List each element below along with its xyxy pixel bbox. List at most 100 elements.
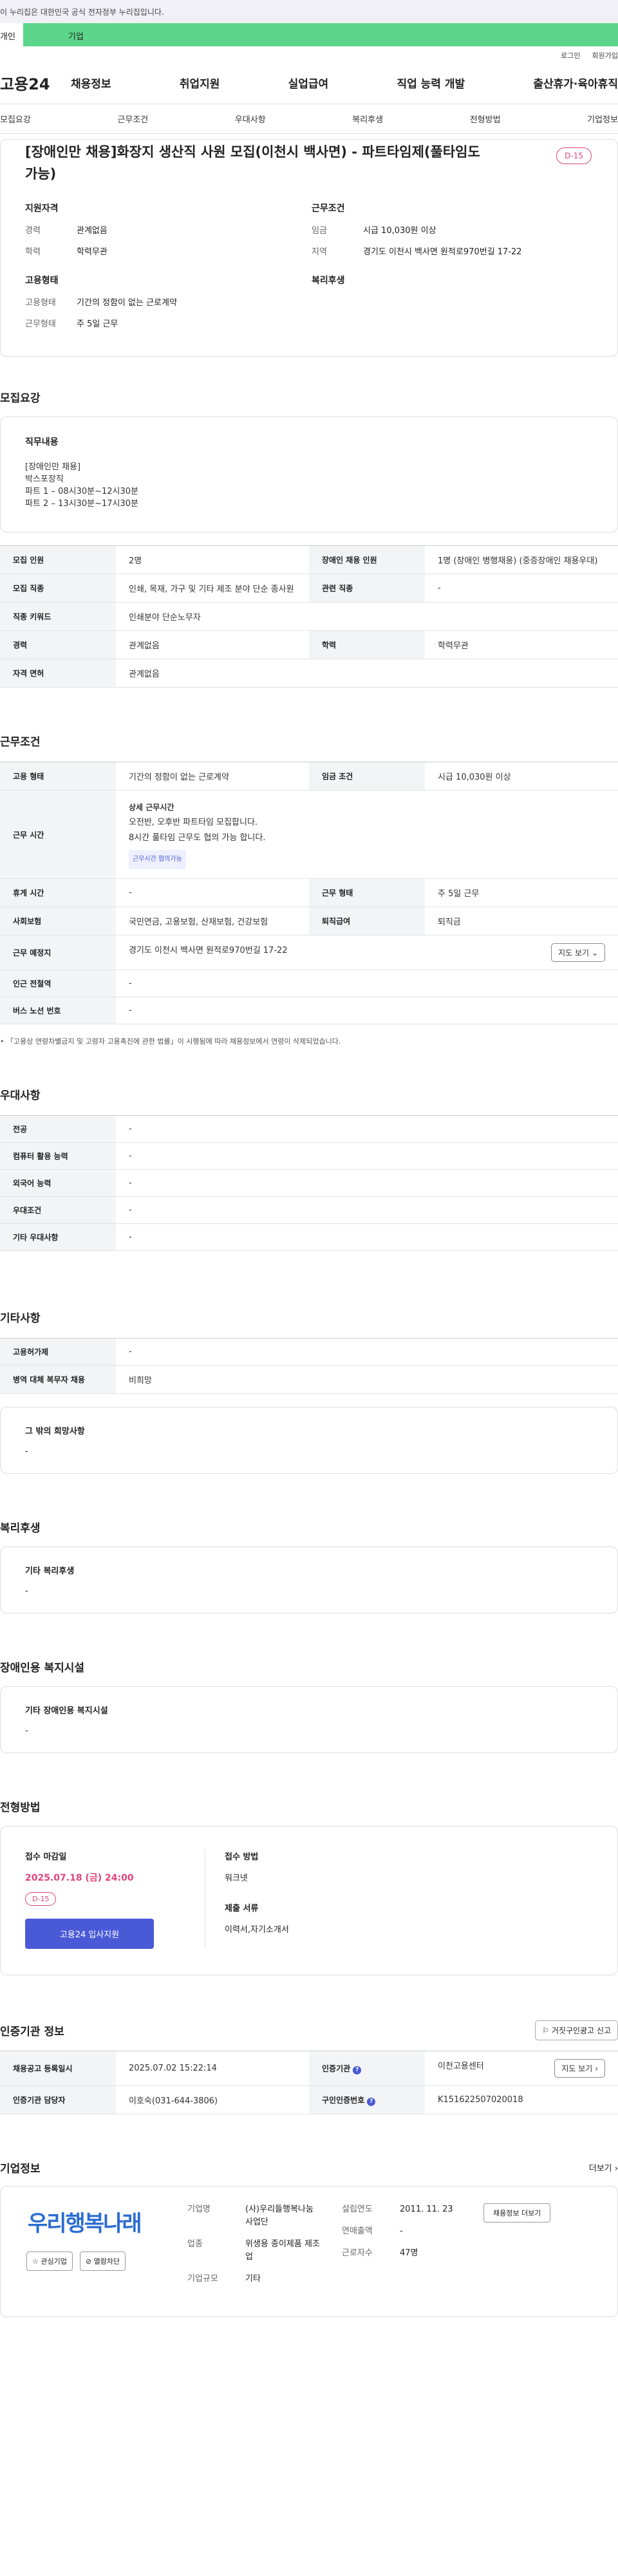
tab-personal[interactable]: 개인 (0, 23, 23, 46)
label: 고용 형태 (0, 762, 116, 791)
label: 관련 직종 (309, 574, 425, 603)
time-heading: 상세 근무시간 (129, 803, 174, 812)
value: 인쇄분야 단순노무자 (116, 602, 618, 631)
label: 기업명 (187, 2205, 211, 2214)
etc-section-title: 기타사항 (0, 1312, 41, 1325)
snb-recruit[interactable]: 모집요강 (0, 113, 31, 125)
place-value: 경기도 이천시 백사면 원적로970번길 17-22 (129, 946, 288, 955)
tab-company[interactable]: 기업 (23, 23, 618, 46)
dday-badge: D-15 (556, 147, 592, 164)
apply-button[interactable]: 고용24 입사지원 (25, 1919, 154, 1949)
label: 학력 (25, 247, 41, 257)
table-row: 인증기관 담당자 이호숙(031-644-3806) 구인인증번호? K1516225… (0, 2085, 618, 2114)
welfare-section-title: 복리후생 (0, 1522, 41, 1535)
company-card: 우리행복나래 ☆ 관심기업 ⊘ 열람차단 기업명 (사)우리들행복나눔 사업단 업… (0, 2186, 618, 2317)
label: 모집 인원 (0, 545, 116, 574)
agency-header: 인증기관 정보 ⚐ 거짓구인광고 신고 (0, 2020, 618, 2040)
login-link[interactable]: 로그인 (561, 50, 580, 62)
label: 근무 시간 (0, 790, 116, 879)
value: 2명 (116, 545, 309, 574)
label: 기타 우대사항 (0, 1223, 116, 1251)
label: 임금 (312, 226, 327, 236)
other-heading: 그 밖의 희망사항 (25, 1427, 85, 1436)
gnb-item-parental-leave[interactable]: 출산휴가·육아휴직 (533, 75, 618, 91)
no-label: 구인인증번호 (322, 2095, 365, 2105)
label: 사회보험 (0, 907, 116, 935)
site-logo[interactable]: 고용24 (0, 71, 71, 94)
block-button[interactable]: ⊘ 열람차단 (79, 2252, 126, 2271)
value: 기간의 정함이 없는 근로계약 (116, 762, 309, 791)
welfare-value: - (25, 1586, 28, 1596)
table-row: 자격 면허 관계없음 (0, 659, 618, 688)
label: 자격 면허 (0, 659, 116, 688)
chevron-right-icon: › (595, 2064, 598, 2073)
snb-welfare[interactable]: 복리후생 (352, 113, 383, 125)
value: - (400, 2226, 403, 2236)
label: 연매출액 (342, 2226, 373, 2236)
recruit-table: 모집 인원 2명 장애인 채용 인원 1명 (장애인 병행채용) (중증장애인 채용우… (0, 545, 618, 688)
value: 이호숙(031-644-3806) (116, 2085, 309, 2114)
more-link[interactable]: 더보기 › (589, 2161, 618, 2174)
apply-card: 접수 마감일 2025.07.18 (금) 24:00 D-15 고용24 입사… (0, 1826, 618, 1975)
value: 비희망 (116, 1365, 618, 1394)
bullet-icon: • (0, 1037, 6, 1046)
label: 전공 (0, 1115, 116, 1143)
favorite-button[interactable]: ☆ 관심기업 (26, 2252, 73, 2271)
snb-apply[interactable]: 전형방법 (470, 113, 501, 125)
help-icon[interactable]: ? (367, 2097, 376, 2106)
label: 직종 키워드 (0, 602, 116, 631)
label: 모집 직종 (0, 574, 116, 603)
company-jobs-button[interactable]: 채용정보 더보기 (483, 2203, 551, 2223)
dday-badge: D-15 (25, 1892, 57, 1906)
report-button[interactable]: ⚐ 거짓구인광고 신고 (535, 2020, 618, 2040)
disability-value: - (25, 1726, 28, 1736)
label: 임금 조건 (309, 762, 425, 791)
value: 퇴직금 (425, 907, 618, 935)
table-row: 근무 예정지 경기도 이천시 백사면 원적로970번길 17-22 지도 보기 ⌄ (0, 935, 618, 970)
label: 외국어 능력 (0, 1169, 116, 1197)
work-table: 고용 형태 기간의 정함이 없는 근로계약 임금 조건 시급 10,030원 이상 근… (0, 762, 618, 1024)
snb-pref[interactable]: 우대사항 (235, 113, 266, 125)
gov-banner: 이 누리집은 대한민국 공식 전자정부 누리집입니다. (0, 0, 618, 23)
value: 2025.07.02 15:22:14 (116, 2051, 309, 2086)
pref-table: 전공 - 컴퓨터 활용 능력 - 외국어 능력 - 우대조건 - 기타 우대사항 - (0, 1115, 618, 1251)
value: - (116, 1115, 618, 1143)
value: - (116, 1338, 618, 1366)
global-nav: 고용24 채용정보 취업지원 실업급여 직업 능력 개발 출산휴가·육아휴직 (0, 62, 618, 104)
gnb-item-jobs[interactable]: 채용정보 (71, 75, 111, 91)
agency-map-button[interactable]: 지도 보기 › (554, 2059, 605, 2078)
value: - (116, 1169, 618, 1197)
time-line: 오전반, 오후반 파트타임 모집합니다. (129, 818, 258, 827)
duty-body: [장애인만 채용] 박스포장직 파트 1 – 08시30분~12시30분 파트 … (25, 462, 138, 509)
gov-banner-text: 이 누리집은 대한민국 공식 전자정부 누리집입니다. (0, 8, 164, 17)
value: - (116, 1142, 618, 1170)
help-icon[interactable]: ? (353, 2065, 362, 2074)
signup-link[interactable]: 회원가입 (592, 50, 618, 62)
value: 이천고용센터 지도 보기 › (425, 2051, 618, 2086)
gnb-item-employment-support[interactable]: 취업지원 (180, 75, 220, 91)
value: - (116, 970, 618, 997)
age-note: • 「고용상 연령차별금지 및 고령자 고용촉진에 관한 법률」이 시행됨에 따… (0, 1036, 618, 1046)
gnb-item-unemployment-benefit[interactable]: 실업급여 (288, 75, 329, 91)
deadline-value: 2025.07.18 (금) 24:00 (25, 1873, 134, 1883)
disability-card: 기타 장애인용 복지시설 - (0, 1686, 618, 1753)
map-button[interactable]: 지도 보기 ⌄ (551, 943, 605, 962)
snb-company[interactable]: 기업정보 (587, 113, 618, 125)
value: 경기도 이천시 백사면 원적로970번길 17-22 (363, 247, 522, 257)
label: 근로자수 (342, 2248, 373, 2258)
value: 국민연금, 고용보험, 산재보험, 건강보험 (116, 907, 309, 935)
value: - (116, 1196, 618, 1224)
label: 경력 (0, 630, 116, 659)
gnb-item-vocational-training[interactable]: 직업 능력 개발 (397, 75, 465, 91)
table-row: 모집 직종 인쇄, 목재, 가구 및 기타 제조 분야 단순 종사원 관련 직종 - (0, 574, 618, 603)
label: 휴게 시간 (0, 878, 116, 907)
table-row: 경력 관계없음 학력 학력무관 (0, 630, 618, 659)
welfare-card-heading: 기타 복리후생 (25, 1566, 75, 1576)
time-chip: 근무시간 협의가능 (129, 850, 186, 869)
value: - (116, 997, 618, 1024)
snb-work[interactable]: 근무조건 (117, 113, 148, 125)
value: - (116, 878, 309, 907)
label: 병역 대체 복무자 채용 (0, 1365, 116, 1394)
other-value: - (25, 1447, 28, 1456)
report-icon: ⚐ (542, 2026, 552, 2035)
